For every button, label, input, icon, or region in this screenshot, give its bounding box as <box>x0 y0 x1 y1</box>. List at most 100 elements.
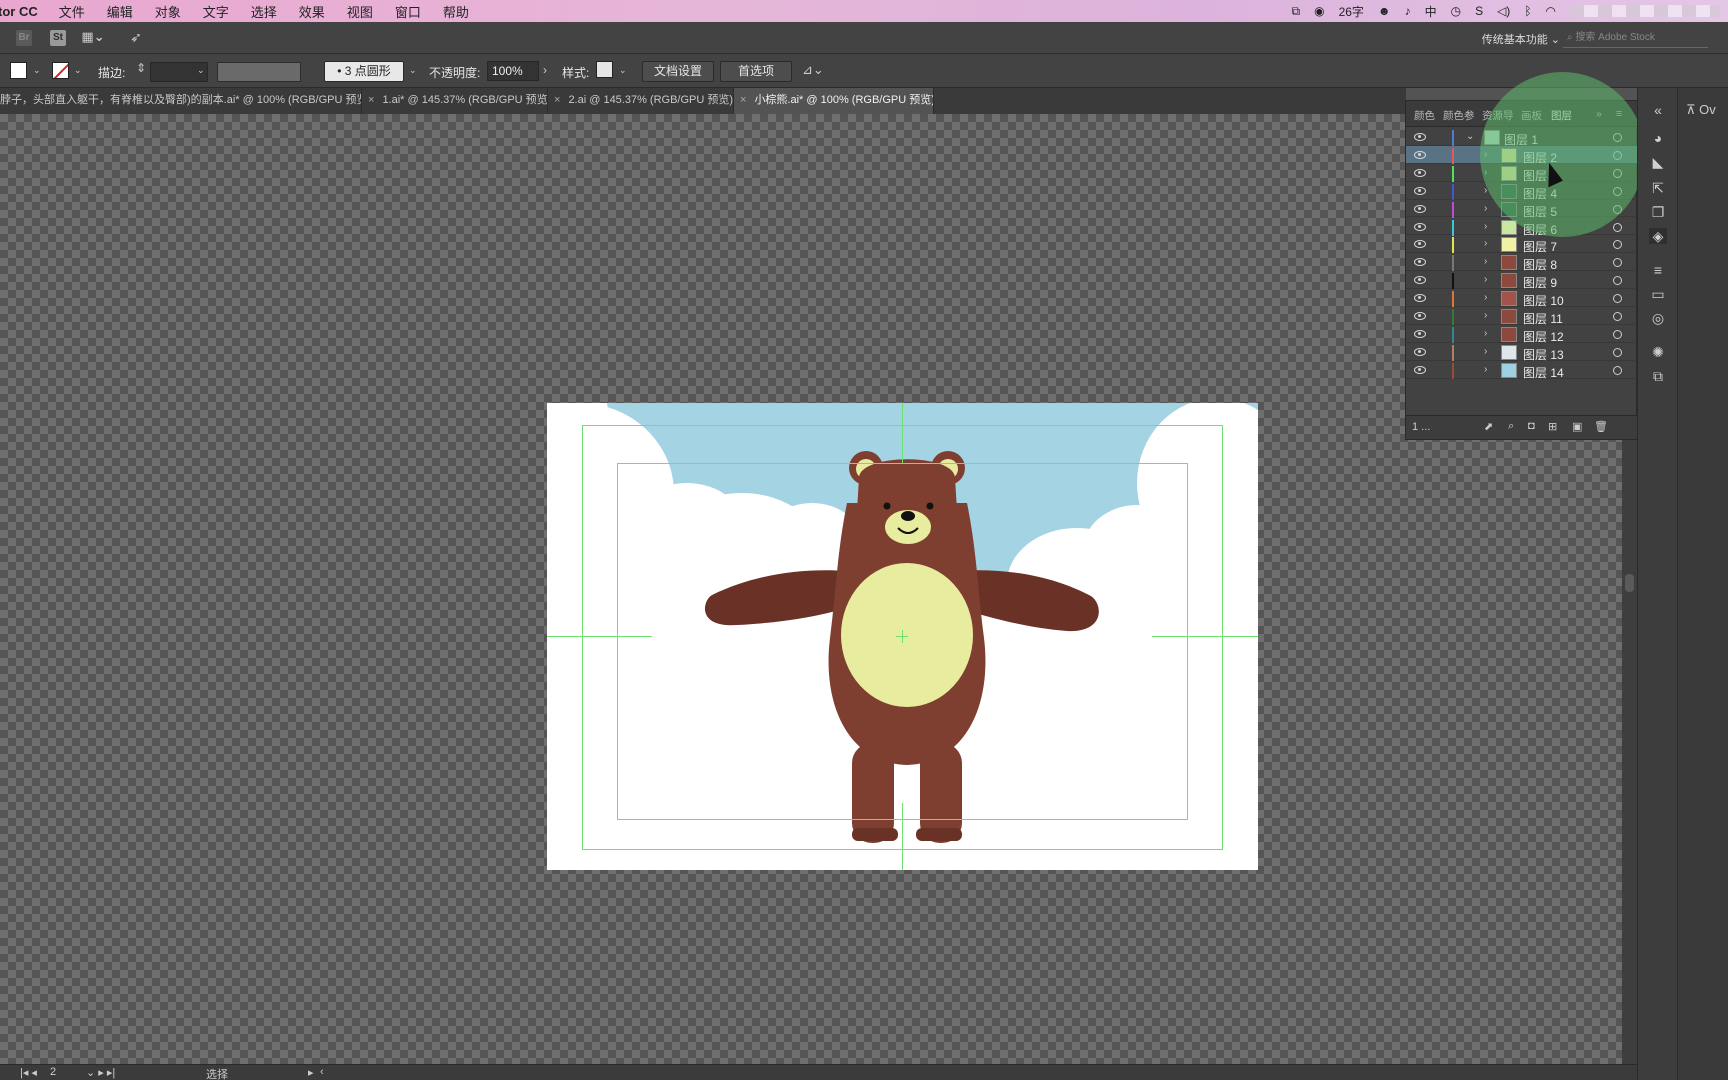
menu-help[interactable]: 帮助 <box>432 2 480 21</box>
target-circle-icon[interactable] <box>1613 150 1622 160</box>
target-circle-icon[interactable] <box>1613 329 1622 339</box>
collapse-arrow-icon[interactable]: ⌄ <box>1466 131 1474 142</box>
appearance-icon[interactable]: ✺ <box>1649 344 1667 360</box>
variable-width-profile[interactable] <box>217 62 301 82</box>
menu-select[interactable]: 选择 <box>240 2 288 21</box>
stroke-swatch[interactable] <box>52 62 69 79</box>
menu-effect[interactable]: 效果 <box>288 2 336 21</box>
visibility-eye-icon[interactable] <box>1414 365 1426 374</box>
target-circle-icon[interactable] <box>1613 186 1622 196</box>
canvas-area[interactable] <box>0 114 1628 1064</box>
gradient-icon[interactable]: ▭ <box>1649 286 1667 302</box>
menu-object[interactable]: 对象 <box>144 2 192 21</box>
export-icon[interactable]: ⬈ <box>1484 420 1493 433</box>
doc-tab-2[interactable]: × 1.ai* @ 145.37% (RGB/GPU 预览) <box>362 88 548 114</box>
expand-arrow-icon[interactable]: › <box>1484 256 1487 267</box>
transparency-icon[interactable]: ◎ <box>1649 310 1667 326</box>
layer-row[interactable]: › 图层 4 <box>1406 182 1638 201</box>
tab-asset-export[interactable]: 资源导 <box>1482 108 1514 123</box>
bridge-icon[interactable]: Br <box>16 30 32 46</box>
expand-arrow-icon[interactable]: › <box>1484 221 1487 232</box>
graphic-style-swatch[interactable] <box>596 61 613 78</box>
layer-row[interactable]: › 图层 7 <box>1406 235 1638 254</box>
expand-arrow-icon[interactable]: › <box>1484 346 1487 357</box>
expand-arrow-icon[interactable]: › <box>1484 167 1487 178</box>
collapse-dock-icon[interactable]: « <box>1649 102 1667 118</box>
arrange-documents-icon[interactable]: ▦⌄ <box>80 30 106 46</box>
doc-tab-active[interactable]: × 小棕熊.ai* @ 100% (RGB/GPU 预览) <box>734 88 934 114</box>
stroke-dropdown-icon[interactable]: ⌄ <box>74 65 82 76</box>
tab-artboards[interactable]: 画板 <box>1521 108 1542 123</box>
close-icon[interactable]: × <box>368 94 374 106</box>
layer-row[interactable]: › 图层 2 <box>1406 145 1638 165</box>
layer-row[interactable]: › 图层 14 <box>1406 361 1638 380</box>
document-setup-button[interactable]: 文档设置 <box>642 61 714 82</box>
visibility-eye-icon[interactable] <box>1414 150 1426 159</box>
menu-type[interactable]: 文字 <box>192 2 240 21</box>
artboard-nav-icon[interactable]: ⌄ ▸ ▸| <box>86 1066 115 1079</box>
stock-button[interactable]: St <box>50 30 66 46</box>
visibility-eye-icon[interactable] <box>1414 204 1426 213</box>
preferences-button[interactable]: 首选项 <box>720 61 792 82</box>
close-icon[interactable]: × <box>740 94 746 106</box>
visibility-eye-icon[interactable] <box>1414 294 1426 303</box>
visibility-eye-icon[interactable] <box>1414 329 1426 338</box>
visibility-eye-icon[interactable] <box>1414 222 1426 231</box>
expand-arrow-icon[interactable]: › <box>1484 310 1487 321</box>
visibility-eye-icon[interactable] <box>1414 347 1426 356</box>
overflow-panel-icon[interactable]: ⊼ Ov <box>1686 102 1716 118</box>
asset-export-icon[interactable]: ⇱ <box>1649 180 1667 196</box>
layer-row[interactable]: › 图层 12 <box>1406 325 1638 344</box>
tab-layers[interactable]: 图层 <box>1551 108 1572 123</box>
layer-row[interactable]: › 图层 5 <box>1406 200 1638 219</box>
clock-icon[interactable]: ◷ <box>1451 4 1461 18</box>
visibility-eye-icon[interactable] <box>1414 186 1426 195</box>
word-count[interactable]: 26字 <box>1339 3 1364 20</box>
stroke-weight-dropdown-icon[interactable]: ⌄ <box>197 65 205 76</box>
tab-color[interactable]: 颜色 <box>1414 108 1435 123</box>
layer-row[interactable]: ⌄ 图层 1 <box>1406 128 1638 147</box>
microphone-icon[interactable]: ♪ <box>1405 4 1411 18</box>
gpu-rocket-icon[interactable]: ➶ <box>128 30 144 46</box>
clipping-mask-icon[interactable]: ◘ <box>1528 420 1535 432</box>
status-menu-icon[interactable]: ▸ <box>308 1066 314 1079</box>
color-guide-icon[interactable]: ◣ <box>1649 154 1667 170</box>
target-circle-icon[interactable] <box>1613 365 1622 375</box>
arrange-icon[interactable]: ⊿⌄ <box>802 62 824 78</box>
stroke-stepper[interactable]: ⇕ <box>136 61 146 75</box>
visibility-eye-icon[interactable] <box>1414 258 1426 267</box>
app-s-icon[interactable]: S <box>1475 4 1483 18</box>
volume-icon[interactable]: ◁) <box>1497 4 1510 18</box>
layer-row[interactable]: › 图层 11 <box>1406 307 1638 326</box>
record-icon[interactable]: ◉ <box>1314 4 1324 18</box>
tab-color-guide[interactable]: 颜色参 <box>1443 108 1475 123</box>
target-circle-icon[interactable] <box>1613 294 1622 304</box>
color-panel-icon[interactable]: ◕ <box>1649 130 1667 146</box>
visibility-eye-icon[interactable] <box>1414 168 1426 177</box>
expand-arrow-icon[interactable]: › <box>1484 328 1487 339</box>
brush-definition[interactable]: • 3 点圆形 <box>324 61 404 82</box>
smiley-icon[interactable]: ☻ <box>1378 4 1391 18</box>
expand-arrow-icon[interactable]: › <box>1484 364 1487 375</box>
brush-dropdown-icon[interactable]: ⌄ <box>409 65 417 76</box>
scroll-thumb[interactable] <box>1625 574 1634 592</box>
target-circle-icon[interactable] <box>1613 347 1622 357</box>
expand-arrow-icon[interactable]: › <box>1484 274 1487 285</box>
expand-arrow-icon[interactable]: › <box>1484 292 1487 303</box>
artboards-icon[interactable]: ❐ <box>1649 204 1667 220</box>
graphic-styles-icon[interactable]: ⧉ <box>1649 368 1667 384</box>
layers-icon[interactable]: ◈ <box>1649 228 1667 244</box>
expand-arrow-icon[interactable]: › <box>1484 238 1487 249</box>
visibility-eye-icon[interactable] <box>1414 133 1426 141</box>
layer-row[interactable]: › 图层 3 <box>1406 164 1638 183</box>
doc-tab-1[interactable]: 脖子，头部直入躯干，有脊椎以及臀部)的副本.ai* @ 100% (RGB/GP… <box>0 88 362 114</box>
new-layer-icon[interactable]: ▣ <box>1572 420 1582 433</box>
camera-icon[interactable]: ⧉ <box>1292 4 1301 19</box>
stock-search-input[interactable]: ⌕ 搜索 Adobe Stock <box>1563 28 1708 48</box>
menu-edit[interactable]: 编辑 <box>96 2 144 21</box>
stroke-panel-icon[interactable]: ≡ <box>1649 262 1667 278</box>
locate-object-icon[interactable]: ⌕ <box>1508 420 1514 433</box>
target-circle-icon[interactable] <box>1613 204 1622 214</box>
panel-menu-icon[interactable]: ≡ <box>1616 108 1622 120</box>
target-circle-icon[interactable] <box>1613 168 1622 178</box>
